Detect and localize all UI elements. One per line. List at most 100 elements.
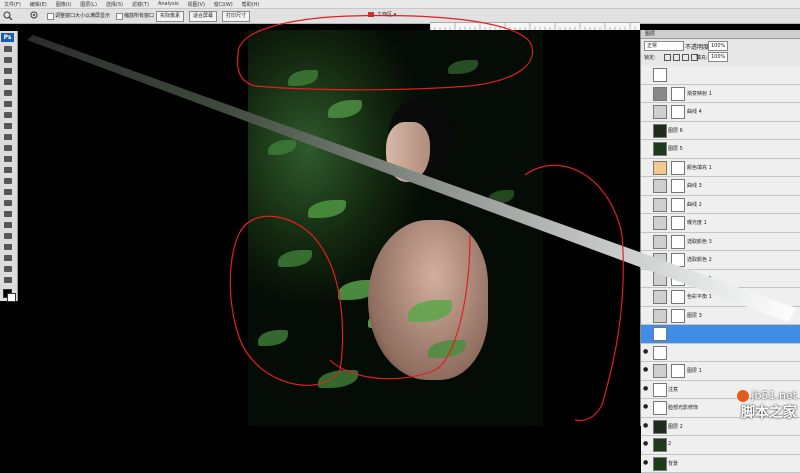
actual-pixels-button[interactable]: 实际像素	[156, 11, 184, 22]
layer-mask-thumbnail[interactable]	[671, 290, 685, 304]
zoom-tool-icon[interactable]	[3, 276, 13, 284]
layer-mask-thumbnail[interactable]	[671, 198, 685, 212]
fit-screen-button[interactable]: 适合屏幕	[189, 11, 217, 22]
opacity-input[interactable]: 100%	[708, 41, 728, 51]
workspace-switcher[interactable]: 工作区 ▾	[368, 10, 420, 20]
visibility-eye-icon[interactable]	[643, 145, 649, 151]
layer-row[interactable]: ●背景	[641, 455, 800, 473]
layer-row[interactable]: 选取颜色 2	[641, 251, 800, 270]
eraser-tool-icon[interactable]	[3, 155, 13, 163]
type-tool-icon[interactable]	[3, 210, 13, 218]
menu-item-2[interactable]: 图像(I)	[56, 1, 71, 8]
layer-row[interactable]: 颜色填充 1	[641, 159, 800, 178]
menu-item-1[interactable]: 编辑(E)	[30, 1, 47, 8]
layer-row[interactable]: 色彩平衡 1	[641, 288, 800, 307]
layer-row[interactable]: 图层 6	[641, 122, 800, 141]
eyedropper-icon[interactable]	[3, 254, 13, 262]
layer-mask-thumbnail[interactable]	[671, 161, 685, 175]
blur-tool-icon[interactable]	[3, 177, 13, 185]
layer-mask-thumbnail[interactable]	[671, 216, 685, 230]
menu-item-6[interactable]: Analysis	[158, 1, 179, 7]
blend-mode-select[interactable]: 正常	[644, 41, 684, 51]
visibility-eye-icon[interactable]	[643, 238, 649, 244]
layer-row[interactable]: ●	[641, 344, 800, 363]
menu-item-9[interactable]: 帮助(H)	[242, 1, 260, 8]
layer-row[interactable]: 图层 3	[641, 307, 800, 326]
slice-tool-icon[interactable]	[3, 100, 13, 108]
healing-brush-icon[interactable]	[3, 111, 13, 119]
lasso-tool-icon[interactable]	[3, 67, 13, 75]
dodge-tool-icon[interactable]	[3, 188, 13, 196]
layer-row[interactable]: 曝光度 1	[641, 214, 800, 233]
clone-stamp-icon[interactable]	[3, 133, 13, 141]
visibility-eye-icon[interactable]	[643, 256, 649, 262]
layer-row[interactable]: ●图层 1	[641, 362, 800, 381]
visibility-eye-icon[interactable]	[643, 164, 649, 170]
visibility-eye-icon[interactable]	[643, 219, 649, 225]
marquee-tool-icon[interactable]	[3, 56, 13, 64]
menu-item-7[interactable]: 视图(V)	[188, 1, 205, 8]
menu-item-4[interactable]: 选择(S)	[106, 1, 123, 8]
visibility-eye-icon[interactable]	[643, 312, 649, 318]
layer-mask-thumbnail[interactable]	[671, 105, 685, 119]
visibility-eye-icon[interactable]	[643, 275, 649, 281]
layer-mask-thumbnail[interactable]	[671, 272, 685, 286]
lock-pixels-icon[interactable]	[673, 54, 680, 61]
visibility-eye-icon[interactable]	[643, 127, 649, 133]
visibility-eye-icon[interactable]	[643, 201, 649, 207]
lock-transparency-icon[interactable]	[664, 54, 671, 61]
path-select-icon[interactable]	[3, 221, 13, 229]
zoom-in-icon[interactable]	[30, 11, 40, 20]
visibility-eye-icon[interactable]: ●	[643, 386, 649, 392]
pen-tool-icon[interactable]	[3, 199, 13, 207]
layer-row[interactable]	[641, 66, 800, 85]
layer-row[interactable]	[641, 325, 800, 344]
layer-mask-thumbnail[interactable]	[671, 179, 685, 193]
print-size-button[interactable]: 打印尺寸	[222, 11, 250, 22]
move-tool-icon[interactable]	[3, 45, 13, 53]
layer-row[interactable]: 曲线 2	[641, 196, 800, 215]
visibility-eye-icon[interactable]	[643, 71, 649, 77]
resize-windows-checkbox[interactable]	[47, 13, 54, 20]
layer-row[interactable]: 曲线 3	[641, 177, 800, 196]
layer-row[interactable]: 图层 5	[641, 140, 800, 159]
layer-row[interactable]: 选取颜色 3	[641, 233, 800, 252]
visibility-eye-icon[interactable]: ●	[643, 367, 649, 373]
layers-tab[interactable]: 图层	[641, 30, 800, 39]
brush-tool-icon[interactable]	[3, 122, 13, 130]
shape-tool-icon[interactable]	[3, 232, 13, 240]
notes-tool-icon[interactable]	[3, 243, 13, 251]
hand-tool-icon[interactable]	[3, 265, 13, 273]
layer-mask-thumbnail[interactable]	[671, 235, 685, 249]
visibility-eye-icon[interactable]: ●	[643, 441, 649, 447]
visibility-eye-icon[interactable]: ●	[643, 460, 649, 466]
visibility-eye-icon[interactable]	[643, 293, 649, 299]
layer-row[interactable]: 曲线 4	[641, 103, 800, 122]
layer-row[interactable]: 渐变映射 1	[641, 85, 800, 104]
fill-input[interactable]: 100%	[708, 52, 728, 62]
lock-position-icon[interactable]	[682, 54, 689, 61]
layer-mask-thumbnail[interactable]	[671, 87, 685, 101]
layer-mask-thumbnail[interactable]	[671, 364, 685, 378]
visibility-eye-icon[interactable]	[643, 330, 649, 336]
menu-item-5[interactable]: 滤镜(T)	[132, 1, 149, 8]
crop-tool-icon[interactable]	[3, 89, 13, 97]
layer-mask-thumbnail[interactable]	[671, 309, 685, 323]
zoom-tool-icon[interactable]	[3, 11, 13, 20]
visibility-eye-icon[interactable]: ●	[643, 349, 649, 355]
visibility-eye-icon[interactable]: ●	[643, 404, 649, 410]
magic-wand-icon[interactable]	[3, 78, 13, 86]
background-color-swatch[interactable]	[7, 293, 16, 302]
history-brush-icon[interactable]	[3, 144, 13, 152]
menu-item-8[interactable]: 窗口(W)	[214, 1, 233, 8]
visibility-eye-icon[interactable]	[643, 182, 649, 188]
document-canvas[interactable]: 皱	[18, 30, 640, 426]
zoom-all-checkbox[interactable]	[116, 13, 123, 20]
menu-item-3[interactable]: 图层(L)	[80, 1, 97, 8]
layer-row[interactable]: ●2	[641, 436, 800, 455]
visibility-eye-icon[interactable]	[643, 108, 649, 114]
layer-mask-thumbnail[interactable]	[671, 253, 685, 267]
menu-item-0[interactable]: 文件(F)	[4, 1, 21, 8]
gradient-tool-icon[interactable]	[3, 166, 13, 174]
layer-row[interactable]: 选取颜色 1	[641, 270, 800, 289]
